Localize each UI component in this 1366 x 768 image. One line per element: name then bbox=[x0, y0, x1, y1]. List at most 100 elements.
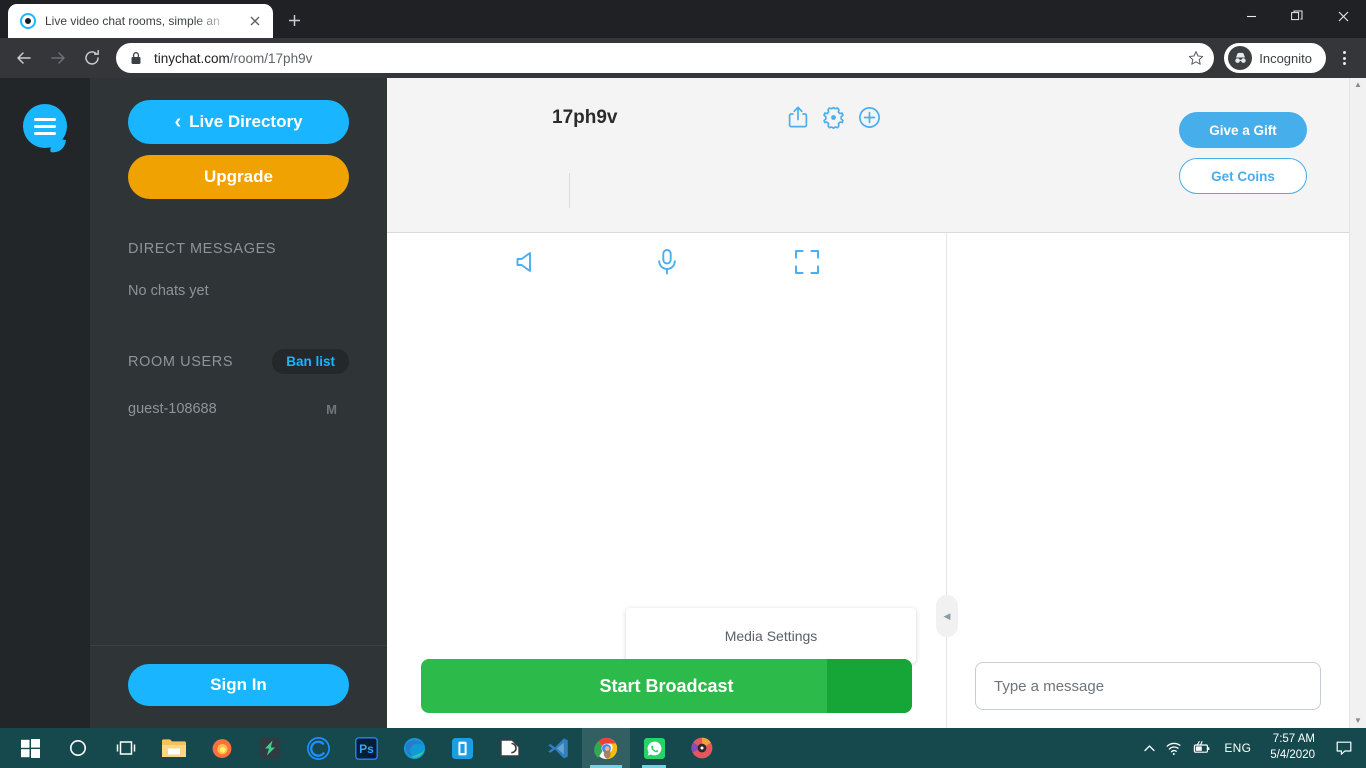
url-host: tinychat.com bbox=[154, 50, 230, 66]
room-header-actions: Give a Gift Get Coins bbox=[1179, 112, 1307, 194]
caret-up-icon[interactable]: ▲ bbox=[1354, 81, 1362, 89]
fullscreen-icon[interactable] bbox=[794, 249, 820, 275]
wifi-icon[interactable] bbox=[1165, 741, 1182, 756]
give-a-gift-button[interactable]: Give a Gift bbox=[1179, 112, 1307, 148]
system-tray: ENG 7:57 AM 5/4/2020 bbox=[1143, 728, 1366, 768]
tinychat-dot-icon bbox=[20, 13, 36, 29]
chat-panel: ◀ bbox=[936, 233, 1349, 728]
direct-messages-section: DIRECT MESSAGES No chats yet bbox=[128, 241, 349, 299]
tab-strip: Live video chat rooms, simple an bbox=[0, 0, 1366, 38]
vs-code[interactable] bbox=[534, 728, 582, 768]
new-tab-button[interactable] bbox=[279, 5, 309, 35]
start-button[interactable] bbox=[6, 728, 54, 768]
language-indicator[interactable]: ENG bbox=[1220, 741, 1255, 755]
star-icon[interactable] bbox=[1180, 50, 1204, 66]
incognito-icon bbox=[1228, 46, 1253, 70]
forward-arrow-icon[interactable] bbox=[42, 42, 74, 74]
microsoft-edge[interactable] bbox=[390, 728, 438, 768]
svg-text:Ps: Ps bbox=[359, 742, 374, 756]
room-users-section: ROOM USERS Ban list guest-108688 M bbox=[128, 349, 349, 417]
broadcast-dropdown-toggle[interactable] bbox=[827, 659, 912, 713]
room-header: 17ph9v Give a Gift Get Coins bbox=[387, 78, 1349, 233]
live-directory-button[interactable]: ‹ Live Directory bbox=[128, 100, 349, 144]
photoshop[interactable]: Ps bbox=[342, 728, 390, 768]
plus-circle-icon[interactable] bbox=[858, 105, 881, 129]
sidebar-top-section: ‹ Live Directory Upgrade DIRECT MESSAGES… bbox=[90, 78, 387, 645]
page-title: 17ph9v bbox=[552, 107, 618, 128]
back-arrow-icon[interactable] bbox=[8, 42, 40, 74]
chevron-left-icon: ‹ bbox=[174, 111, 182, 133]
get-coins-button[interactable]: Get Coins bbox=[1179, 158, 1307, 194]
list-item[interactable]: guest-108688 M bbox=[128, 401, 349, 417]
search-button[interactable] bbox=[54, 728, 102, 768]
video-stage: Media Settings Start Broadcast bbox=[387, 233, 947, 728]
microphone-icon[interactable] bbox=[653, 247, 681, 277]
restore-icon[interactable] bbox=[1274, 0, 1320, 32]
stage-and-chat: Media Settings Start Broadcast ◀ bbox=[387, 233, 1349, 728]
chat-bubble-menu-icon[interactable] bbox=[23, 104, 67, 148]
media-settings-label: Media Settings bbox=[724, 627, 818, 644]
file-explorer[interactable] bbox=[150, 728, 198, 768]
app-rail bbox=[0, 78, 90, 728]
media-settings-tooltip[interactable]: Media Settings bbox=[626, 608, 916, 674]
chat-message-input[interactable] bbox=[975, 662, 1321, 710]
chevron-left-icon: ◀ bbox=[943, 610, 951, 621]
chevron-up-icon[interactable] bbox=[1143, 742, 1156, 755]
clock[interactable]: 7:57 AM 5/4/2020 bbox=[1264, 732, 1321, 763]
upgrade-label: Upgrade bbox=[204, 167, 273, 186]
firefox[interactable] bbox=[198, 728, 246, 768]
lock-icon bbox=[130, 51, 142, 65]
chat-panel-collapse-handle[interactable]: ◀ bbox=[936, 595, 958, 637]
browser-tab[interactable]: Live video chat rooms, simple an bbox=[8, 4, 273, 38]
live-directory-label: Live Directory bbox=[189, 112, 303, 131]
profile-incognito-indicator[interactable]: Incognito bbox=[1224, 43, 1326, 73]
sign-in-button[interactable]: Sign In bbox=[128, 664, 349, 706]
phone-link[interactable] bbox=[438, 728, 486, 768]
close-icon[interactable] bbox=[1320, 0, 1366, 32]
media-app[interactable] bbox=[678, 728, 726, 768]
media-controls-bar bbox=[387, 233, 946, 277]
three-dots-menu-icon[interactable] bbox=[1330, 42, 1358, 74]
address-bar[interactable]: tinychat.com/room/17ph9v bbox=[116, 43, 1215, 73]
task-view-button[interactable] bbox=[102, 728, 150, 768]
room-user-name: guest-108688 bbox=[128, 401, 217, 417]
whatsapp[interactable] bbox=[630, 728, 678, 768]
caret-down-icon[interactable]: ▼ bbox=[1354, 717, 1362, 725]
room-user-badge: M bbox=[326, 401, 337, 417]
diamond-app[interactable] bbox=[246, 728, 294, 768]
clock-date: 5/4/2020 bbox=[1270, 749, 1315, 761]
battery-icon[interactable] bbox=[1191, 741, 1211, 755]
upgrade-button[interactable]: Upgrade bbox=[128, 155, 349, 199]
share-icon[interactable] bbox=[787, 105, 809, 129]
start-broadcast-button[interactable]: Start Broadcast bbox=[421, 659, 912, 713]
sign-in-label: Sign In bbox=[210, 675, 267, 694]
minimize-icon[interactable] bbox=[1228, 0, 1274, 32]
browser-window: Live video chat rooms, simple an tinycha… bbox=[0, 0, 1366, 728]
page-viewport: ‹ Live Directory Upgrade DIRECT MESSAGES… bbox=[0, 78, 1366, 728]
chat-input-container bbox=[947, 662, 1349, 728]
tab-title: Live video chat rooms, simple an bbox=[45, 14, 220, 28]
start-broadcast-label: Start Broadcast bbox=[599, 675, 734, 696]
page-scrollbar[interactable]: ▲ ▼ bbox=[1349, 78, 1366, 728]
speaker-icon[interactable] bbox=[513, 248, 541, 276]
text-caret bbox=[569, 173, 570, 208]
speech-bubble-icon[interactable] bbox=[1330, 741, 1358, 756]
direct-messages-empty-text: No chats yet bbox=[128, 283, 209, 299]
close-icon[interactable] bbox=[245, 11, 265, 31]
direct-messages-heading: DIRECT MESSAGES bbox=[128, 241, 277, 257]
ban-list-button[interactable]: Ban list bbox=[272, 349, 349, 374]
address-bar-url: tinychat.com/room/17ph9v bbox=[154, 51, 1180, 66]
chat-message-list bbox=[947, 233, 1349, 662]
sidebar: ‹ Live Directory Upgrade DIRECT MESSAGES… bbox=[90, 78, 387, 728]
windows-taskbar: Ps ENG 7:57 AM 5/4/2020 bbox=[0, 728, 1366, 768]
window-controls bbox=[1228, 0, 1366, 32]
snip-tool[interactable] bbox=[486, 728, 534, 768]
reload-icon[interactable] bbox=[76, 42, 108, 74]
browser-toolbar: tinychat.com/room/17ph9v Incognito bbox=[0, 38, 1366, 78]
c-app[interactable] bbox=[294, 728, 342, 768]
google-chrome[interactable] bbox=[582, 728, 630, 768]
sidebar-bottom-section: Sign In bbox=[90, 645, 387, 728]
gear-icon[interactable] bbox=[822, 105, 845, 129]
broadcast-area: Media Settings Start Broadcast bbox=[421, 608, 916, 713]
room-users-heading: ROOM USERS bbox=[128, 353, 234, 370]
